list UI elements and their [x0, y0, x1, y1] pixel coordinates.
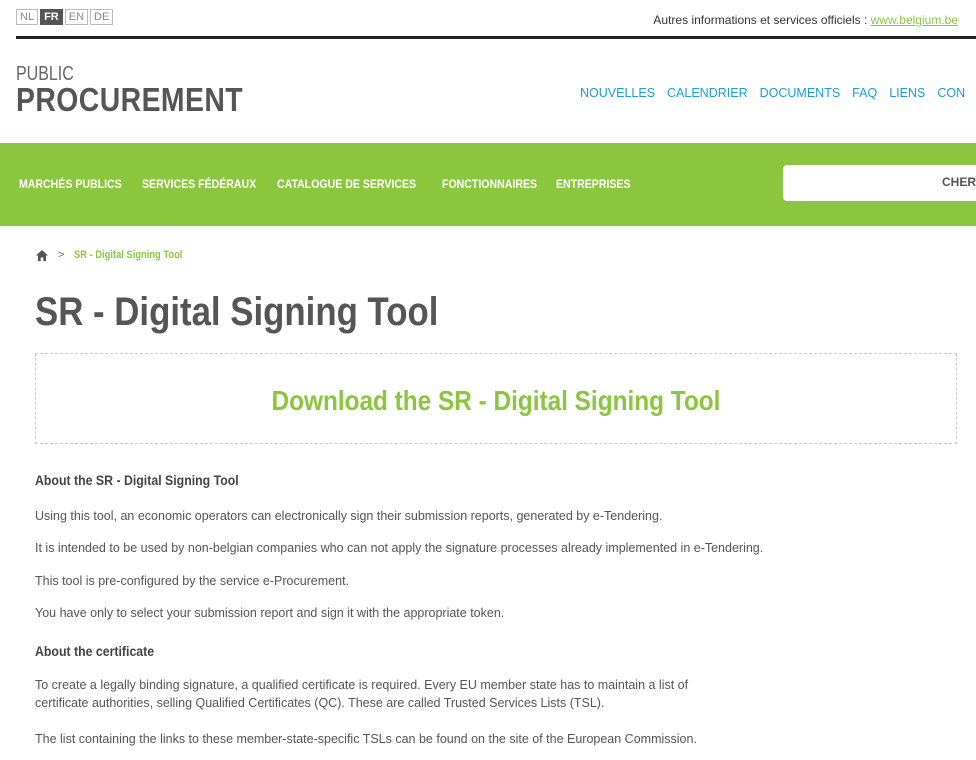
section-heading-tool: About the SR - Digital Signing Tool	[35, 472, 239, 488]
official-label: Autres informations et services officiel…	[653, 13, 871, 27]
language-switcher: NL FR EN DE	[16, 9, 114, 25]
paragraph: Using this tool, an economic operators c…	[35, 509, 663, 523]
brand-logo[interactable]: PROCUREMENT	[16, 82, 243, 118]
nav-companies[interactable]: ENTREPRISES	[556, 177, 631, 191]
belgium-link[interactable]: www.belgium.be	[871, 13, 958, 27]
breadcrumb-separator: >	[58, 249, 65, 261]
nav-links[interactable]: LIENS	[889, 86, 925, 100]
download-box: Download the SR - Digital Signing Tool	[35, 353, 957, 444]
lang-de[interactable]: DE	[90, 9, 114, 25]
nav-documents[interactable]: DOCUMENTS	[760, 86, 841, 100]
nav-public-procurement[interactable]: MARCHÉS PUBLICS	[19, 177, 122, 191]
lang-en[interactable]: EN	[64, 9, 89, 25]
paragraph: This tool is pre-configured by the servi…	[35, 574, 350, 588]
search-input[interactable]: CHER	[783, 165, 976, 201]
search-button[interactable]: CHER	[942, 175, 976, 189]
page-title: SR - Digital Signing Tool	[35, 290, 439, 334]
nav-contact[interactable]: CON	[937, 86, 965, 100]
download-link-label: Download the SR - Digital Signing Tool	[271, 385, 721, 416]
lang-fr[interactable]: FR	[40, 9, 63, 25]
nav-news[interactable]: NOUVELLES	[580, 86, 655, 100]
home-icon[interactable]	[36, 249, 48, 261]
top-bar: NL FR EN DE Autres informations et servi…	[0, 0, 976, 39]
breadcrumb: > SR - Digital Signing Tool	[36, 249, 202, 261]
paragraph: It is intended to be used by non-belgian…	[35, 541, 764, 555]
nav-federal-services[interactable]: SERVICES FÉDÉRAUX	[142, 177, 256, 191]
nav-civil-servants[interactable]: FONCTIONNAIRES	[442, 177, 537, 191]
lang-nl[interactable]: NL	[16, 9, 39, 25]
paragraph: You have only to select your submission …	[35, 606, 505, 620]
breadcrumb-current[interactable]: SR - Digital Signing Tool	[74, 249, 182, 261]
paragraph: To create a legally binding signature, a…	[35, 678, 689, 710]
nav-service-catalogue[interactable]: CATALOGUE DE SERVICES	[277, 177, 416, 191]
paragraph: The list containing the links to these m…	[35, 732, 697, 746]
download-link[interactable]: Download the SR - Digital Signing Tool	[36, 385, 956, 417]
top-divider	[16, 36, 976, 39]
nav-calendar[interactable]: CALENDRIER	[667, 86, 748, 100]
nav-faq[interactable]: FAQ	[852, 86, 877, 100]
official-info: Autres informations et services officiel…	[653, 13, 958, 27]
top-nav: NOUVELLES CALENDRIER DOCUMENTS FAQ LIENS…	[580, 86, 965, 100]
section-heading-certificate: About the certificate	[35, 643, 155, 659]
